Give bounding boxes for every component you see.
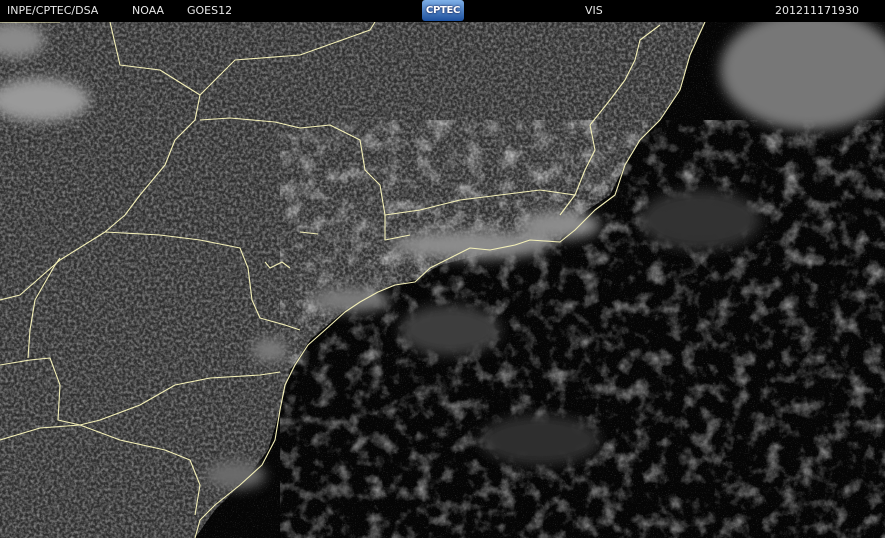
satellite-image: [0, 22, 885, 538]
logo-text: CPTEC: [425, 5, 461, 16]
channel-label: VIS: [585, 4, 603, 17]
cptec-logo-icon: CPTEC: [422, 0, 464, 21]
satellite-label: GOES12: [187, 4, 233, 17]
agency-label: NOAA: [132, 4, 165, 17]
header-bar: INPE/CPTEC/DSA NOAA GOES12 CPTEC VIS 201…: [0, 0, 885, 22]
timestamp-label: 201211171930: [775, 4, 859, 17]
institution-label: INPE/CPTEC/DSA: [7, 4, 99, 17]
